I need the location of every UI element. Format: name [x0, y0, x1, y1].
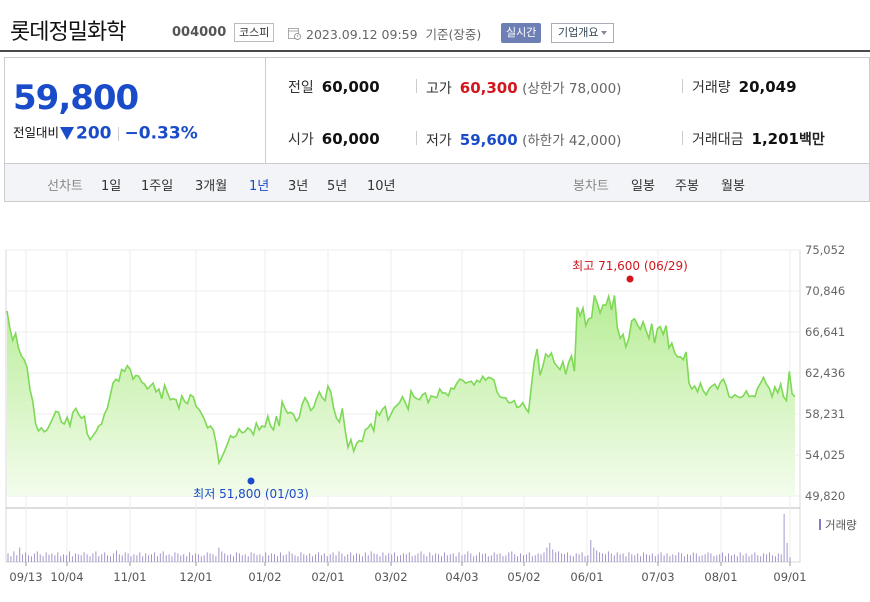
x-tick-label: 09/13 — [9, 570, 42, 584]
y-tick-label: 58,231 — [805, 407, 845, 421]
volume-value: 20,049 — [738, 78, 797, 96]
x-tick-label: 01/02 — [248, 570, 281, 584]
price-summary: 59,800 전일대비 200 −0.33% — [4, 57, 265, 164]
timestamp-basis: 기준(장중) — [425, 27, 482, 42]
chart-period-bar: 선차트 1일 1주일 3개월 1년 3년 5년 10년 봉차트 일봉 주봉 월봉 — [4, 164, 870, 202]
lower-limit: (하한가 42,000) — [522, 133, 622, 149]
price-area-fill — [7, 295, 795, 496]
x-tick-label: 07/03 — [641, 570, 674, 584]
low-annotation: 최저 51,800 (01/03) — [193, 487, 309, 501]
company-name: 롯데정밀화학 — [10, 20, 126, 45]
divider — [416, 79, 417, 93]
candle-option-monthly[interactable]: 월봉 — [721, 175, 745, 194]
low-marker — [247, 477, 255, 485]
high-value: 60,300 — [459, 79, 518, 97]
current-price: 59,800 — [13, 78, 139, 118]
volume-legend-swatch — [819, 519, 821, 530]
y-tick-label: 66,641 — [805, 325, 845, 339]
company-overview-dropdown[interactable]: 기업개요 — [551, 23, 615, 43]
period-option-1y[interactable]: 1년 — [249, 175, 269, 194]
realtime-button[interactable]: 실시간 — [501, 23, 542, 43]
x-tick-label: 05/02 — [507, 570, 540, 584]
price-change-row: 전일대비 200 −0.33% — [13, 122, 198, 144]
upper-limit: (상한가 78,000) — [522, 81, 622, 97]
open-value: 60,000 — [321, 130, 380, 148]
candle-option-daily[interactable]: 일봉 — [631, 175, 655, 194]
change-label: 전일대비 — [13, 125, 60, 140]
y-tick-label: 62,436 — [805, 366, 845, 380]
high-label: 고가 — [426, 81, 452, 97]
line-chart-label: 선차트 — [47, 179, 83, 194]
candle-chart-label: 봉차트 — [573, 179, 609, 194]
prev-close-label: 전일 — [288, 80, 314, 96]
period-option-1d[interactable]: 1일 — [101, 175, 121, 194]
y-tick-label: 70,846 — [805, 284, 845, 298]
overview-label: 기업개요 — [558, 26, 599, 39]
amount-value: 1,201 — [751, 130, 799, 148]
x-tick-label: 11/01 — [113, 570, 146, 584]
volume-label: 거래량 — [692, 80, 731, 96]
quote-info-grid: 전일 60,000 고가 60,300 (상한가 78,000) 거래량 20,049… — [265, 57, 870, 164]
high-marker — [626, 275, 634, 283]
period-option-3y[interactable]: 3년 — [288, 175, 308, 194]
divider — [682, 131, 683, 145]
open-cell: 시가 60,000 — [288, 129, 380, 149]
down-arrow-icon — [60, 127, 75, 140]
period-option-1w[interactable]: 1주일 — [141, 175, 173, 194]
x-tick-label: 03/02 — [374, 570, 407, 584]
volume-cell: 거래량 20,049 — [692, 77, 797, 97]
y-tick-label: 75,052 — [805, 243, 845, 257]
prev-close-value: 60,000 — [321, 78, 380, 96]
high-annotation: 최고 71,600 (06/29) — [572, 259, 688, 273]
x-tick-label: 04/03 — [445, 570, 478, 584]
divider — [117, 126, 119, 141]
timestamp: 2023.09.12 09:59 기준(장중) — [306, 24, 481, 43]
change-percent: −0.33% — [124, 123, 198, 144]
high-cell: 고가 60,300 (상한가 78,000) — [426, 77, 621, 98]
amount-label: 거래대금 — [692, 132, 744, 148]
timestamp-value: 2023.09.12 09:59 — [306, 27, 418, 42]
x-tick-label: 02/01 — [311, 570, 344, 584]
price-chart[interactable]: 75,052 70,846 66,641 62,436 58,231 54,025 49,8… — [0, 232, 870, 600]
y-tick-label: 54,025 — [805, 448, 845, 462]
low-label: 저가 — [426, 133, 452, 149]
volume-legend-label: 거래량 — [825, 518, 857, 532]
candle-option-weekly[interactable]: 주봉 — [675, 175, 699, 194]
stock-code: 004000 — [172, 25, 227, 40]
calendar-clock-icon — [288, 28, 301, 40]
x-tick-label: 10/04 — [50, 570, 83, 584]
change-value: 200 — [76, 123, 112, 144]
y-tick-label: 49,820 — [805, 489, 845, 503]
period-option-10y[interactable]: 10년 — [367, 175, 396, 194]
period-option-5y[interactable]: 5년 — [327, 175, 347, 194]
prev-close-cell: 전일 60,000 — [288, 77, 380, 97]
caret-down-icon — [601, 31, 608, 35]
x-tick-label: 09/01 — [773, 570, 806, 584]
open-label: 시가 — [288, 132, 314, 148]
market-badge: 코스피 — [234, 23, 275, 42]
amount-cell: 거래대금 1,201백만 — [692, 129, 825, 149]
low-cell: 저가 59,600 (하한가 42,000) — [426, 129, 621, 150]
amount-unit: 백만 — [798, 132, 825, 148]
divider — [682, 79, 683, 93]
divider — [416, 131, 417, 145]
stock-header: 롯데정밀화학 004000 코스피 2023.09.12 09:59 기준(장중… — [0, 0, 870, 52]
period-option-3m[interactable]: 3개월 — [195, 175, 227, 194]
x-tick-label: 12/01 — [179, 570, 212, 584]
x-tick-label: 08/01 — [704, 570, 737, 584]
low-value: 59,600 — [459, 131, 518, 149]
x-tick-label: 06/01 — [570, 570, 603, 584]
